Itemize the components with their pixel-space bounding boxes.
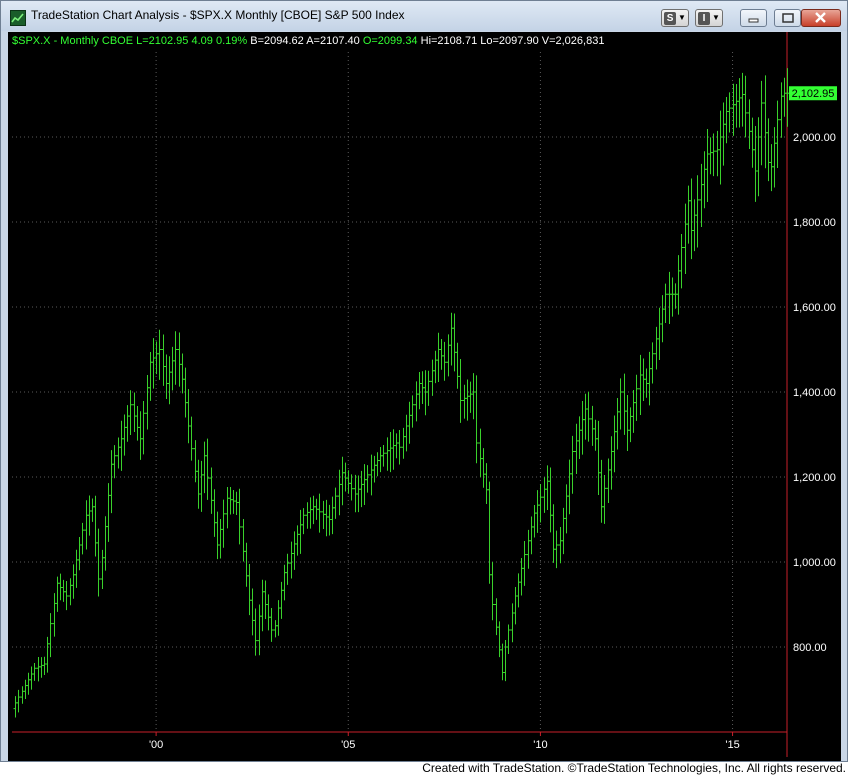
y-tick-label: 1,400.00 — [793, 387, 836, 399]
y-tick-label: 1,000.00 — [793, 557, 836, 569]
y-tick-label: 800.00 — [793, 642, 827, 654]
y-tick-label: 1,200.00 — [793, 472, 836, 484]
minimize-button[interactable] — [740, 9, 767, 27]
close-icon — [815, 12, 826, 23]
x-tick-label: '10 — [533, 739, 547, 751]
minimize-icon — [748, 18, 759, 23]
status-bid: B=2094.62 — [250, 35, 304, 47]
close-button[interactable] — [801, 9, 841, 27]
chart-window: TradeStation Chart Analysis - $SPX.X Mon… — [0, 0, 848, 762]
price-chart[interactable]: 800.00 1,000.00 1,200.00 1,400.00 1,600.00 1,… — [8, 32, 841, 761]
status-high: Hi=2108.71 — [420, 35, 478, 47]
x-tick-label: '05 — [341, 739, 355, 751]
i-menu-icon: I — [698, 12, 711, 25]
status-volume: V=2,026,831 — [541, 35, 605, 47]
maximize-icon — [782, 13, 794, 23]
status-change: 4.09 — [191, 35, 213, 47]
status-open: O=2099.34 — [362, 35, 418, 47]
i-menu-button[interactable]: I ▼ — [695, 9, 723, 27]
x-tick-label: '15 — [725, 739, 739, 751]
y-tick-label: 2,000.00 — [793, 132, 836, 144]
last-price-label: 2,102.95 — [792, 88, 835, 100]
maximize-button[interactable] — [774, 9, 801, 27]
s-menu-icon: S — [664, 12, 677, 25]
status-last: L=2102.95 — [136, 35, 189, 47]
status-change-pct: 0.19% — [215, 35, 248, 47]
status-ask: A=2107.40 — [306, 35, 360, 47]
dropdown-arrow-icon: ▼ — [712, 13, 720, 22]
window-title: TradeStation Chart Analysis - $SPX.X Mon… — [31, 8, 405, 22]
status-line: $SPX.X - Monthly CBOE L=2102.95 4.09 0.1… — [12, 35, 604, 47]
y-tick-label: 1,600.00 — [793, 302, 836, 314]
chart-area[interactable]: 800.00 1,000.00 1,200.00 1,400.00 1,600.00 1,… — [8, 32, 841, 761]
title-bar[interactable]: TradeStation Chart Analysis - $SPX.X Mon… — [1, 1, 847, 31]
tradestation-app-icon — [10, 10, 26, 26]
dropdown-arrow-icon: ▼ — [678, 13, 686, 22]
x-tick-label: '00 — [149, 739, 163, 751]
status-symbol: $SPX.X - Monthly CBOE — [12, 35, 134, 47]
status-low: Lo=2097.90 — [480, 35, 539, 47]
y-tick-label: 1,800.00 — [793, 217, 836, 229]
copyright-footer: Created with TradeStation. ©TradeStation… — [422, 761, 846, 775]
s-menu-button[interactable]: S ▼ — [661, 9, 689, 27]
